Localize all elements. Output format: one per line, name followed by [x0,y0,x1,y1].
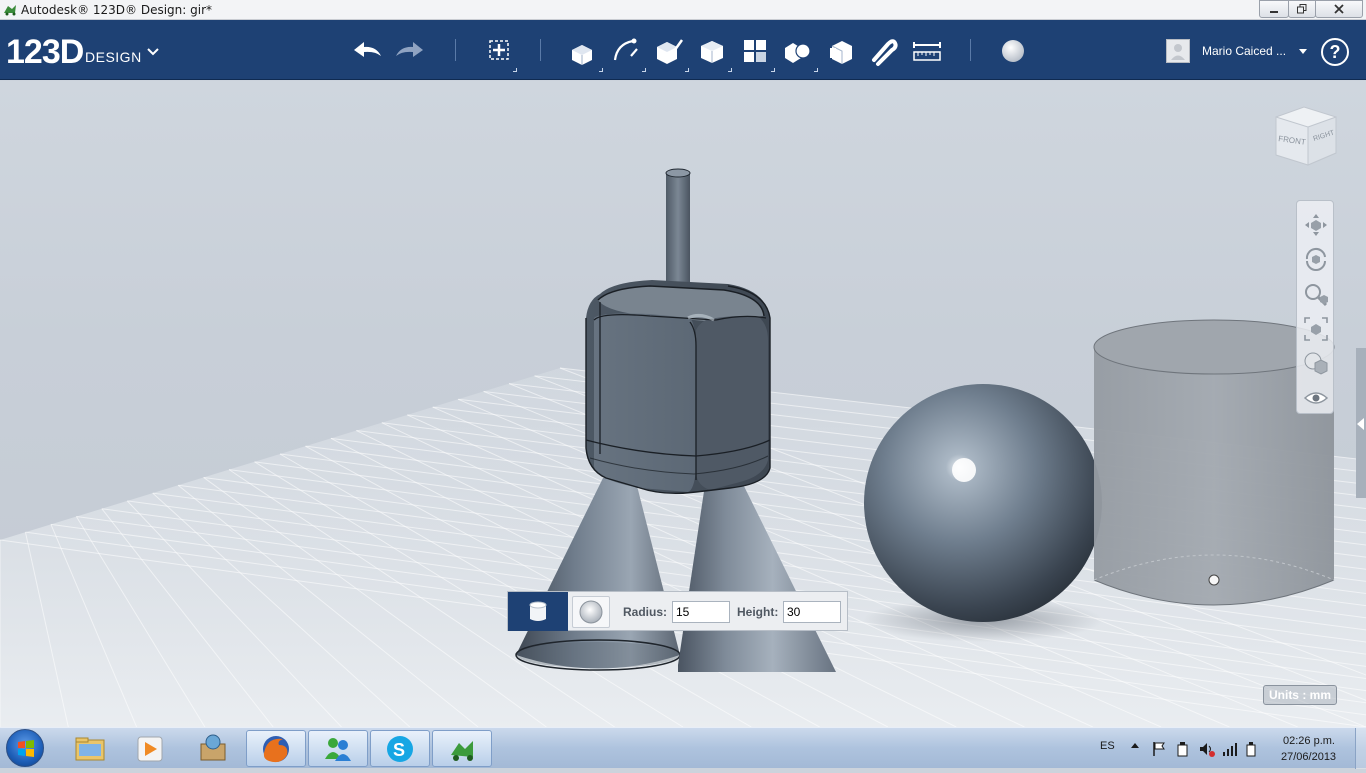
windows-logo-icon [18,740,34,757]
app-logo-subtitle[interactable]: DESIGN [85,49,142,65]
radius-input[interactable] [672,601,730,623]
pattern-icon[interactable] [738,34,772,68]
clock-date[interactable]: 27/06/2013 [1281,751,1336,763]
view-mode-icon[interactable] [1302,349,1330,377]
main-toolbar: 123D DESIGN Mario Caiced ... ? [0,20,1366,80]
svg-text:S: S [393,740,405,760]
close-button[interactable] [1315,0,1363,18]
side-panel-expand-icon[interactable] [1357,418,1364,430]
redo-icon[interactable] [393,34,427,68]
start-button[interactable] [6,729,44,767]
usb-device-icon[interactable] [1245,741,1257,757]
123d-design-icon [451,741,473,761]
app-logo[interactable]: 123D [6,33,84,72]
skype-task[interactable]: S [370,730,430,767]
primitive-parameter-panel: Radius: Height: [507,591,848,631]
123d-design-task[interactable] [432,730,492,767]
primitives-icon[interactable] [566,34,600,68]
help-button[interactable]: ? [1321,38,1349,66]
sphere-icon [579,600,603,624]
modify-icon[interactable] [695,34,729,68]
units-indicator[interactable]: Units : mm [1263,685,1337,705]
combine-icon[interactable] [824,34,858,68]
network-signal-icon[interactable] [1222,741,1238,757]
submenu-indicator [685,68,689,72]
restore-button[interactable] [1288,0,1316,18]
submenu-indicator [513,68,517,72]
submenu-indicator [642,68,646,72]
app-icon [4,5,16,16]
windows-taskbar: S ES 02:26 p.m. 27/06/2013 [0,727,1366,769]
snap-icon[interactable] [866,34,900,68]
restore-icon [1297,4,1307,14]
toolbar-separator [455,39,456,61]
submenu-indicator [599,68,603,72]
undo-icon[interactable] [350,34,384,68]
minimize-button[interactable] [1259,0,1289,18]
transform-icon[interactable] [482,34,516,68]
toolbar-separator [540,39,541,61]
clock-time[interactable]: 02:26 p.m. [1283,735,1335,747]
submenu-indicator [728,68,732,72]
cylinder-primitive-button[interactable] [508,592,568,631]
action-center-flag-icon[interactable] [1152,741,1166,757]
construct-icon[interactable] [652,34,686,68]
skype-icon: S [387,736,413,762]
firefox-icon [263,736,289,763]
cylinder-icon [529,601,547,621]
window-title: Autodesk® 123D® Design: gir* [21,3,213,17]
language-indicator[interactable]: ES [1100,740,1115,752]
fit-icon[interactable] [1302,315,1330,343]
grouping-icon[interactable] [781,34,815,68]
messenger-task[interactable] [308,730,368,767]
user-name[interactable]: Mario Caiced ... [1202,44,1286,58]
height-label: Height: [737,605,779,619]
minimize-icon [1270,11,1278,13]
firefox-task[interactable] [246,730,306,767]
viewcube[interactable]: FRONT RIGHT [1270,103,1340,169]
sketch-icon[interactable] [609,34,643,68]
rounded-box-body[interactable] [585,280,771,495]
power-icon[interactable] [1176,741,1190,757]
submenu-indicator [814,68,818,72]
toolbar-separator [970,39,971,61]
orbit-icon[interactable] [1302,245,1330,273]
messenger-icon [325,738,351,761]
radius-label: Radius: [623,605,668,619]
volume-icon[interactable] [1199,741,1215,757]
navigation-bar [1296,200,1334,414]
show-hidden-icons-icon[interactable] [1130,741,1140,751]
explorer-icon[interactable] [60,730,120,767]
zoom-icon[interactable] [1302,281,1330,309]
window-title-bar: Autodesk® 123D® Design: gir* [0,0,1366,20]
sphere-primitive-button[interactable] [572,596,610,628]
show-desktop-button[interactable] [1355,728,1366,769]
archive-icon[interactable] [183,730,243,767]
submenu-indicator [771,68,775,72]
app-menu-chevron-icon[interactable] [146,47,160,57]
top-pole[interactable] [665,168,691,296]
measure-icon[interactable] [910,34,944,68]
pan-icon[interactable] [1302,211,1330,239]
media-player-icon[interactable] [120,730,180,767]
visibility-icon[interactable] [1302,384,1330,412]
user-icon [1171,44,1185,60]
user-dropdown-icon[interactable] [1298,48,1308,56]
material-icon[interactable] [996,34,1030,68]
height-input[interactable] [783,601,841,623]
close-icon [1334,4,1344,14]
avatar[interactable] [1166,39,1190,63]
